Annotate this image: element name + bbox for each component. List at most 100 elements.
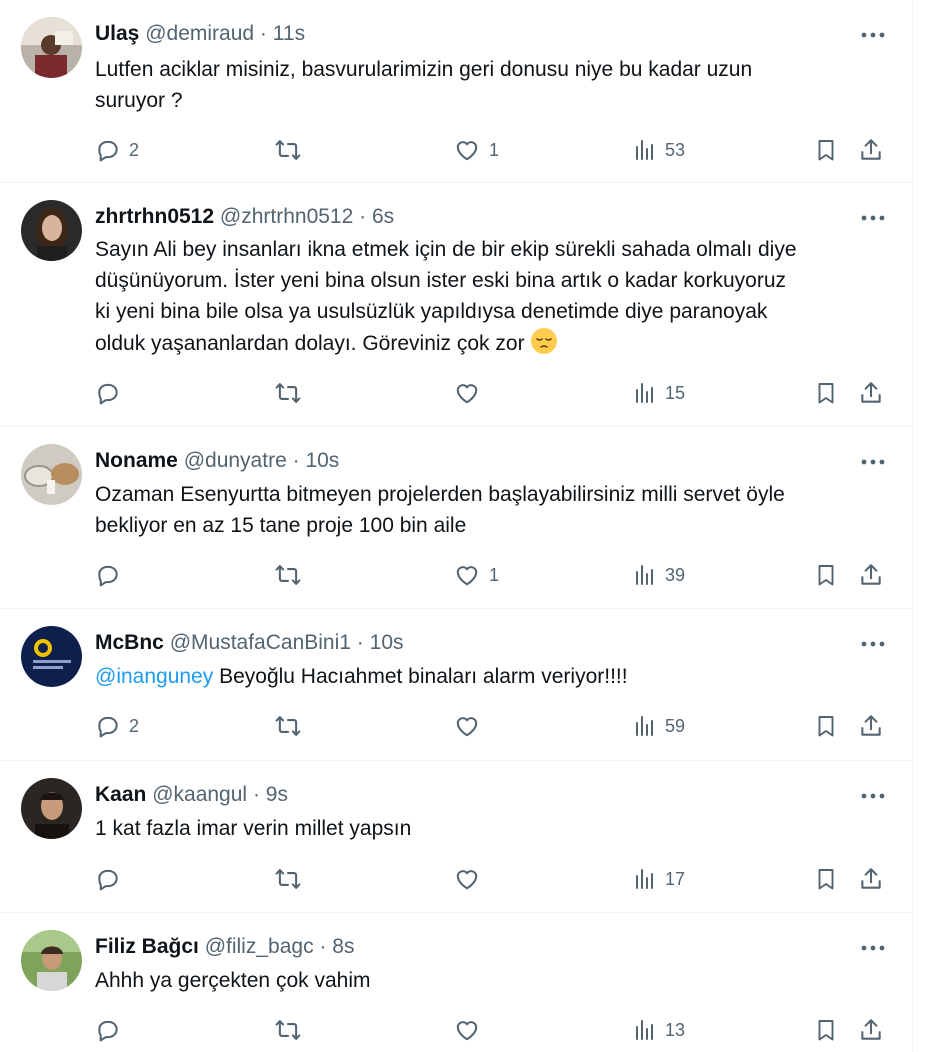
more-icon[interactable] xyxy=(858,781,888,811)
tweet[interactable]: zhrtrhn0512 @zhrtrhn0512 · 6s Sayın Ali … xyxy=(0,183,912,427)
like-button[interactable] xyxy=(453,859,489,899)
retweet-button[interactable] xyxy=(274,373,302,413)
reply-button[interactable]: 2 xyxy=(95,130,139,170)
bookmark-icon xyxy=(818,869,834,890)
timestamp[interactable]: 10s xyxy=(305,449,339,472)
like-button[interactable] xyxy=(453,706,489,746)
share-icon xyxy=(861,139,881,160)
more-icon[interactable] xyxy=(858,933,888,963)
retweet-button[interactable] xyxy=(274,555,302,595)
timestamp[interactable]: 6s xyxy=(372,205,394,228)
reply-button[interactable] xyxy=(95,859,129,899)
retweet-button[interactable] xyxy=(274,1010,302,1050)
avatar[interactable] xyxy=(21,778,82,839)
retweet-button[interactable] xyxy=(274,706,302,746)
tweet-text-line: Ozaman Esenyurtta bitmeyen projelerden b… xyxy=(95,483,785,506)
display-name[interactable]: Noname xyxy=(95,449,178,472)
tweet-text: Ahhh ya gerçekten çok vahim xyxy=(95,965,885,996)
views-button[interactable]: 39 xyxy=(633,555,685,595)
avatar[interactable] xyxy=(21,930,82,991)
tweet-text: Ozaman Esenyurtta bitmeyen projelerden b… xyxy=(95,479,885,541)
views-button[interactable]: 59 xyxy=(633,706,685,746)
like-button[interactable]: 1 xyxy=(453,130,499,170)
retweet-icon xyxy=(275,869,301,889)
user-handle[interactable]: @demiraud xyxy=(145,22,254,45)
share-button[interactable] xyxy=(858,130,884,170)
views-count: 59 xyxy=(665,715,686,736)
pensive-face-emoji xyxy=(530,327,558,355)
display-name[interactable]: Filiz Bağcı xyxy=(95,935,199,958)
views-button[interactable]: 13 xyxy=(633,1010,685,1050)
tweet-text-line: Ahhh ya gerçekten çok vahim xyxy=(95,969,371,992)
like-button[interactable]: 1 xyxy=(453,555,499,595)
mention-link[interactable]: @inanguney xyxy=(95,665,213,688)
avatar[interactable] xyxy=(21,444,82,505)
bookmark-icon xyxy=(818,565,834,586)
user-handle[interactable]: @zhrtrhn0512 xyxy=(220,205,353,228)
tweet-text: 1 kat fazla imar verin millet yapsın xyxy=(95,813,885,844)
tweet[interactable]: Kaan @kaangul · 9s 1 kat fazla imar veri… xyxy=(0,761,912,913)
user-handle[interactable]: @dunyatre xyxy=(184,449,287,472)
reply-button[interactable] xyxy=(95,1010,129,1050)
timestamp[interactable]: 8s xyxy=(332,935,354,958)
like-button[interactable] xyxy=(453,373,489,413)
retweet-button[interactable] xyxy=(274,859,302,899)
bookmark-button[interactable] xyxy=(814,130,838,170)
tweet-text-segment: olduk yaşananlardan dolayı. Göreviniz ço… xyxy=(95,332,525,355)
tweet-text-line: ki yeni bina bile olsa ya usulsüzlük yap… xyxy=(95,300,768,323)
more-icon[interactable] xyxy=(858,20,888,50)
more-icon[interactable] xyxy=(858,203,888,233)
bookmark-icon xyxy=(818,383,834,404)
display-name[interactable]: McBnc xyxy=(95,631,164,654)
timestamp[interactable]: 11s xyxy=(273,22,305,45)
views-button[interactable]: 17 xyxy=(633,859,685,899)
tweet-header: zhrtrhn0512 @zhrtrhn0512 · 6s xyxy=(95,202,394,232)
tweet-text-line: suruyor ? xyxy=(95,89,183,112)
views-count: 17 xyxy=(665,868,686,889)
bookmark-button[interactable] xyxy=(814,555,838,595)
user-handle[interactable]: @filiz_bagc xyxy=(205,935,314,958)
page-gutter xyxy=(913,0,934,1052)
display-name[interactable]: Ulaş xyxy=(95,22,139,45)
share-button[interactable] xyxy=(858,373,884,413)
retweet-button[interactable] xyxy=(274,130,302,170)
reply-button[interactable] xyxy=(95,373,129,413)
bookmark-button[interactable] xyxy=(814,859,838,899)
user-handle[interactable]: @kaangul xyxy=(152,783,247,806)
user-handle[interactable]: @MustafaCanBini1 xyxy=(170,631,351,654)
avatar[interactable] xyxy=(21,626,82,687)
tweet[interactable]: Filiz Bağcı @filiz_bagc · 8s Ahhh ya ger… xyxy=(0,913,912,1052)
more-icon[interactable] xyxy=(858,629,888,659)
share-button[interactable] xyxy=(858,706,884,746)
like-button[interactable] xyxy=(453,1010,489,1050)
share-button[interactable] xyxy=(858,1010,884,1050)
reply-button[interactable]: 2 xyxy=(95,706,139,746)
tweet[interactable]: McBnc @MustafaCanBini1 · 10s @inanguney … xyxy=(0,609,912,761)
tweet-text-segment: Beyoğlu Hacıahmet binaları alarm veriyor… xyxy=(213,665,628,688)
views-button[interactable]: 15 xyxy=(633,373,685,413)
reply-icon xyxy=(98,869,118,891)
tweet[interactable]: Noname @dunyatre · 10s Ozaman Esenyurtta… xyxy=(0,427,912,609)
timestamp[interactable]: 9s xyxy=(266,783,288,806)
bookmark-button[interactable] xyxy=(814,1010,838,1050)
bookmark-button[interactable] xyxy=(814,373,838,413)
timestamp[interactable]: 10s xyxy=(370,631,404,654)
tweet-text: Lutfen aciklar misiniz, basvurularimizin… xyxy=(95,54,885,116)
avatar[interactable] xyxy=(21,17,82,78)
bookmark-icon xyxy=(818,716,834,737)
display-name[interactable]: Kaan xyxy=(95,783,146,806)
share-button[interactable] xyxy=(858,859,884,899)
tweet-text-line: düşünüyorum. İster yeni bina olsun ister… xyxy=(95,269,787,292)
views-icon xyxy=(636,565,653,585)
tweet[interactable]: Ulaş @demiraud · 11s Lutfen aciklar misi… xyxy=(0,0,912,183)
views-icon xyxy=(636,716,653,736)
bookmark-button[interactable] xyxy=(814,706,838,746)
reply-button[interactable] xyxy=(95,555,129,595)
bookmark-icon xyxy=(818,1020,834,1041)
more-icon[interactable] xyxy=(858,447,888,477)
avatar[interactable] xyxy=(21,200,82,261)
views-button[interactable]: 53 xyxy=(633,130,685,170)
display-name[interactable]: zhrtrhn0512 xyxy=(95,205,214,228)
share-button[interactable] xyxy=(858,555,884,595)
separator-dot: · xyxy=(292,449,300,472)
